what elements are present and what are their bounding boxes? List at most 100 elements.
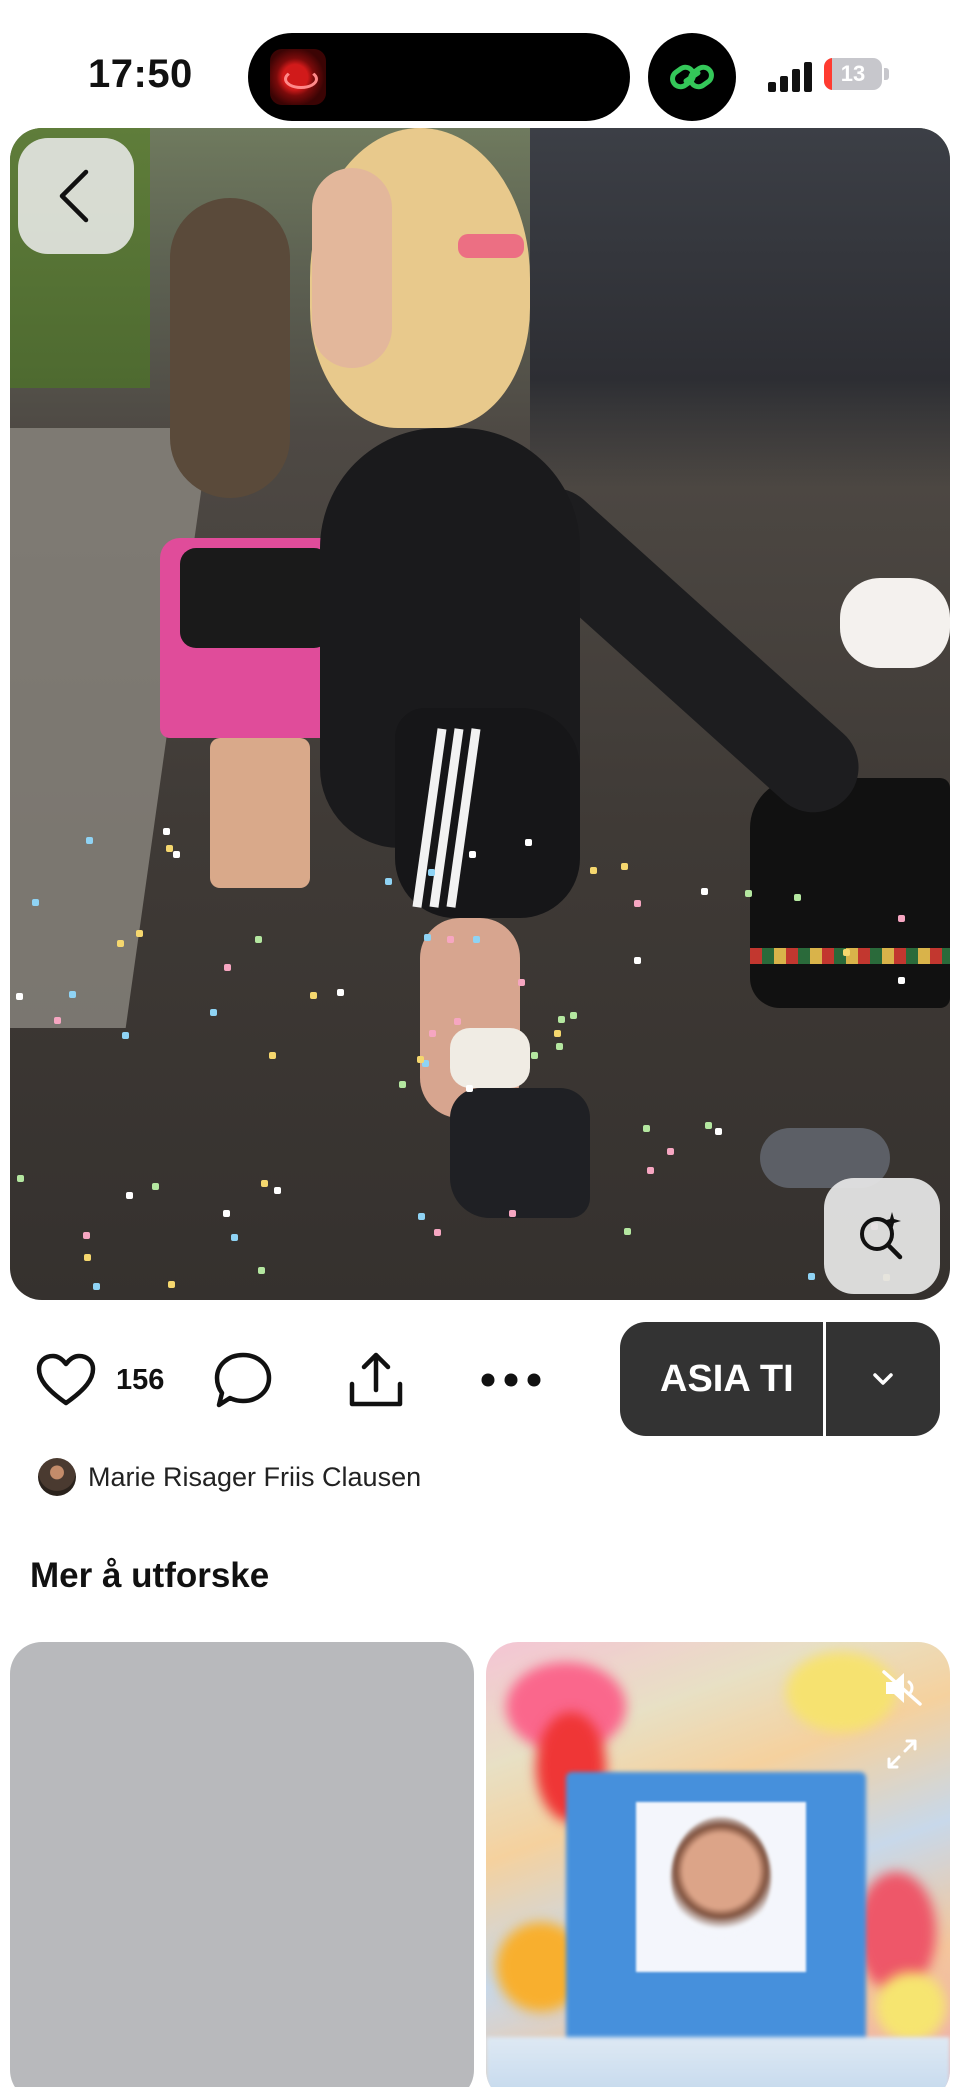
confetti-piece	[701, 888, 708, 895]
confetti-piece	[54, 1017, 61, 1024]
confetti-piece	[83, 1232, 90, 1239]
explore-pin-video[interactable]	[486, 1642, 950, 2087]
confetti-piece	[705, 1122, 712, 1129]
confetti-piece	[447, 936, 454, 943]
confetti-piece	[399, 1081, 406, 1088]
confetti-piece	[898, 977, 905, 984]
confetti-piece	[554, 1030, 561, 1037]
confetti-piece	[525, 839, 532, 846]
chevron-left-icon	[59, 169, 89, 223]
lens-sparkle-icon	[860, 1212, 903, 1260]
like-count: 156	[116, 1363, 165, 1396]
confetti-piece	[808, 1273, 815, 1280]
visual-search-button[interactable]	[824, 1178, 940, 1294]
pin-author[interactable]: Marie Risager Friis Clausen	[38, 1456, 421, 1498]
confetti-piece	[337, 989, 344, 996]
confetti-piece	[424, 934, 431, 941]
confetti-piece	[745, 890, 752, 897]
confetti-piece	[647, 1167, 654, 1174]
confetti-piece	[17, 1175, 24, 1182]
like-button[interactable]: 156	[36, 1320, 164, 1440]
confetti-piece	[231, 1234, 238, 1241]
confetti-piece	[223, 1210, 230, 1217]
save-to-board-button[interactable]: ASIA TI	[620, 1322, 823, 1436]
confetti-piece	[310, 992, 317, 999]
confetti-piece	[418, 1213, 425, 1220]
confetti-piece	[518, 979, 525, 986]
confetti-piece	[417, 1056, 424, 1063]
confetti-piece	[466, 1085, 473, 1092]
save-to-board-group: ASIA TI	[620, 1322, 940, 1436]
confetti-piece	[86, 837, 93, 844]
confetti-piece	[715, 1128, 722, 1135]
pin-image[interactable]	[10, 128, 950, 1300]
back-button[interactable]	[18, 138, 134, 254]
confetti-piece	[843, 949, 850, 956]
now-playing-app-icon[interactable]	[270, 49, 326, 105]
battery-icon: 13	[824, 58, 882, 90]
confetti-piece	[454, 1018, 461, 1025]
comment-button[interactable]	[213, 1320, 273, 1440]
cellular-signal-icon	[768, 60, 814, 92]
confetti-piece	[556, 1043, 563, 1050]
image-person-dancing	[220, 128, 940, 1228]
expand-arrows-icon[interactable]	[884, 1736, 920, 1772]
explore-pin-placeholder[interactable]	[10, 1642, 474, 2087]
share-upload-icon	[349, 1352, 403, 1407]
status-bar: 17:50 13	[0, 0, 960, 128]
dynamic-island[interactable]	[248, 33, 630, 121]
confetti-piece	[255, 936, 262, 943]
confetti-piece	[224, 964, 231, 971]
confetti-piece	[434, 1229, 441, 1236]
confetti-piece	[168, 1281, 175, 1288]
confetti-piece	[385, 878, 392, 885]
heart-icon	[36, 1353, 96, 1406]
confetti-piece	[429, 1030, 436, 1037]
confetti-piece	[84, 1254, 91, 1261]
confetti-piece	[16, 993, 23, 1000]
confetti-piece	[274, 1187, 281, 1194]
avatar[interactable]	[38, 1458, 76, 1496]
confetti-piece	[643, 1125, 650, 1132]
confetti-piece	[428, 869, 435, 876]
confetti-piece	[473, 936, 480, 943]
confetti-piece	[152, 1183, 159, 1190]
confetti-piece	[117, 940, 124, 947]
confetti-piece	[261, 1180, 268, 1187]
confetti-piece	[258, 1267, 265, 1274]
confetti-piece	[531, 1052, 538, 1059]
author-name[interactable]: Marie Risager Friis Clausen	[88, 1462, 421, 1493]
link-icon[interactable]	[648, 33, 736, 121]
confetti-piece	[166, 845, 173, 852]
confetti-piece	[122, 1032, 129, 1039]
confetti-piece	[136, 930, 143, 937]
confetti-piece	[634, 900, 641, 907]
confetti-piece	[624, 1228, 631, 1235]
confetti-piece	[570, 1012, 577, 1019]
confetti-piece	[163, 828, 170, 835]
share-button[interactable]	[346, 1320, 406, 1440]
confetti-piece	[69, 991, 76, 998]
more-options-button[interactable]	[480, 1320, 542, 1440]
confetti-piece	[469, 851, 476, 858]
ellipsis-icon	[481, 1373, 541, 1387]
comment-bubble-icon	[214, 1352, 272, 1408]
muted-speaker-icon[interactable]	[880, 1668, 924, 1708]
confetti-piece	[210, 1009, 217, 1016]
confetti-piece	[93, 1283, 100, 1290]
confetti-piece	[126, 1192, 133, 1199]
confetti-piece	[590, 867, 597, 874]
confetti-piece	[509, 1210, 516, 1217]
confetti-piece	[32, 899, 39, 906]
confetti-piece	[269, 1052, 276, 1059]
explore-section-title: Mer å utforske	[30, 1556, 270, 1595]
confetti-piece	[634, 957, 641, 964]
battery-level: 13	[840, 61, 866, 86]
board-picker-button[interactable]	[826, 1322, 940, 1436]
confetti-piece	[621, 863, 628, 870]
confetti-piece	[667, 1148, 674, 1155]
confetti-piece	[173, 851, 180, 858]
chevron-down-icon	[873, 1373, 893, 1385]
battery-cap	[884, 68, 889, 80]
confetti-piece	[898, 915, 905, 922]
